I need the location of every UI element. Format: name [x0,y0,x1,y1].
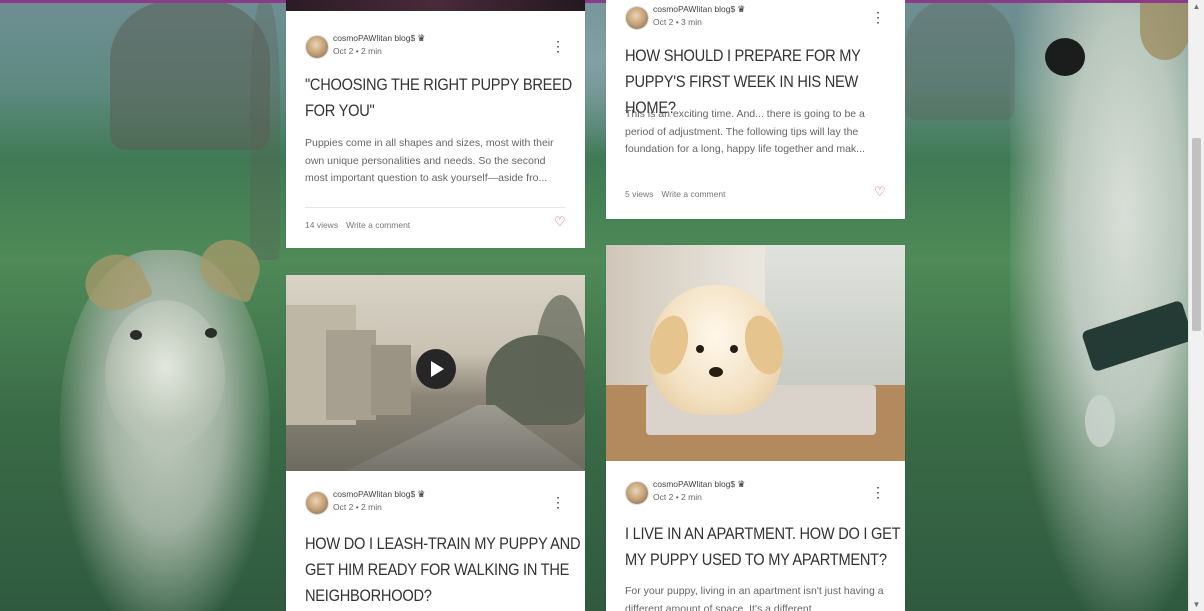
post-date-line: Oct 2 • 2 min [333,46,382,56]
post-excerpt[interactable]: This is an exciting time. And... there i… [625,106,886,159]
read-time: 3 min [681,17,702,27]
post-date-line: Oct 2 • 2 min [333,502,382,512]
post-title[interactable]: "CHOOSING THE RIGHT PUPPY BREED FOR YOU" [305,72,582,124]
house-image [326,330,376,420]
more-options-icon[interactable]: ⋮ [871,485,885,499]
separator-dot: • [355,502,359,512]
post-cover-image[interactable] [606,245,905,461]
house-image [371,345,411,415]
author-avatar[interactable] [305,491,329,515]
post-cover-video[interactable] [286,275,585,471]
page-scrollbar[interactable]: ▲ ▼ [1188,0,1204,611]
background-photo [0,0,1189,611]
post-card[interactable]: cosmoPAWlitan blog$ ♛ Oct 2 • 2 min ⋮ HOW… [286,275,585,611]
post-title[interactable]: I LIVE IN AN APARTMENT. HOW DO I GET MY … [625,521,902,573]
author-name[interactable]: cosmoPAWlitan blog$ [653,4,735,14]
write-comment-link[interactable]: Write a comment [661,189,725,199]
separator-dot: • [675,492,679,502]
right-dog-nose [1045,38,1085,76]
card-divider [305,207,566,208]
post-date: Oct 2 [333,502,354,512]
post-excerpt[interactable]: For your puppy, living in an apartment i… [625,583,886,611]
read-time: 2 min [361,46,382,56]
puppy-eye [696,345,704,353]
crown-icon: ♛ [737,479,746,489]
post-date: Oct 2 [653,17,674,27]
puppy-nose [709,367,723,377]
trees-image [536,295,585,415]
post-meta: cosmoPAWlitan blog$ ♛ Oct 2 • 2 min [305,33,565,63]
puppy-eye [730,345,738,353]
author-avatar[interactable] [625,6,649,30]
author-name[interactable]: cosmoPAWlitan blog$ [653,479,735,489]
post-stats: 5 views Write a comment [625,189,725,199]
more-options-icon[interactable]: ⋮ [551,495,565,509]
post-meta: cosmoPAWlitan blog$ ♛ Oct 2 • 3 min [625,4,885,34]
left-dog-face [105,300,225,450]
write-comment-link[interactable]: Write a comment [346,220,410,230]
post-card[interactable]: cosmoPAWlitan blog$ ♛ Oct 2 • 2 min ⋮ "CH… [286,0,585,248]
author-avatar[interactable] [305,35,329,59]
post-meta: cosmoPAWlitan blog$ ♛ Oct 2 • 2 min [625,479,885,509]
view-count: 5 views [625,189,654,199]
post-date-line: Oct 2 • 2 min [653,492,702,502]
author-line: cosmoPAWlitan blog$ ♛ [653,479,745,490]
author-line: cosmoPAWlitan blog$ ♛ [333,489,425,500]
scroll-down-icon[interactable]: ▼ [1189,600,1204,609]
post-meta: cosmoPAWlitan blog$ ♛ Oct 2 • 2 min [305,489,565,519]
read-time: 2 min [361,502,382,512]
play-icon[interactable] [416,349,456,389]
post-excerpt[interactable]: Puppies come in all shapes and sizes, mo… [305,135,566,188]
background-tree-trunk [250,0,280,260]
top-accent-bar [0,0,1189,3]
author-line: cosmoPAWlitan blog$ ♛ [333,33,425,44]
window-image [765,245,905,395]
crown-icon: ♛ [417,33,426,43]
background-tree [110,0,270,150]
heart-icon[interactable]: ♡ [874,184,886,200]
left-dog-eye [205,328,217,338]
read-time: 2 min [681,492,702,502]
post-cover-image[interactable] [286,0,585,11]
more-options-icon[interactable]: ⋮ [871,10,885,24]
author-name[interactable]: cosmoPAWlitan blog$ [333,33,415,43]
crown-icon: ♛ [737,4,746,14]
background-tree [905,0,1015,120]
crown-icon: ♛ [417,489,426,499]
scrollbar-thumb[interactable] [1192,138,1201,331]
author-line: cosmoPAWlitan blog$ ♛ [653,4,745,15]
scroll-up-icon[interactable]: ▲ [1189,2,1204,11]
more-options-icon[interactable]: ⋮ [551,39,565,53]
post-date: Oct 2 [333,46,354,56]
post-card[interactable]: cosmoPAWlitan blog$ ♛ Oct 2 • 2 min ⋮ I L… [606,245,905,611]
post-title[interactable]: HOW DO I LEASH-TRAIN MY PUPPY AND GET HI… [305,531,582,609]
separator-dot: • [355,46,359,56]
post-date: Oct 2 [653,492,674,502]
right-dog-ear [1140,0,1189,60]
view-count: 14 views [305,220,339,230]
right-dog-tag [1085,395,1115,447]
left-dog-eye [130,330,142,340]
heart-icon[interactable]: ♡ [554,214,566,230]
author-name[interactable]: cosmoPAWlitan blog$ [333,489,415,499]
separator-dot: • [675,17,679,27]
post-card[interactable]: cosmoPAWlitan blog$ ♛ Oct 2 • 3 min ⋮ HOW… [606,0,905,219]
post-stats: 14 views Write a comment [305,220,410,230]
post-date-line: Oct 2 • 3 min [653,17,702,27]
author-avatar[interactable] [625,481,649,505]
